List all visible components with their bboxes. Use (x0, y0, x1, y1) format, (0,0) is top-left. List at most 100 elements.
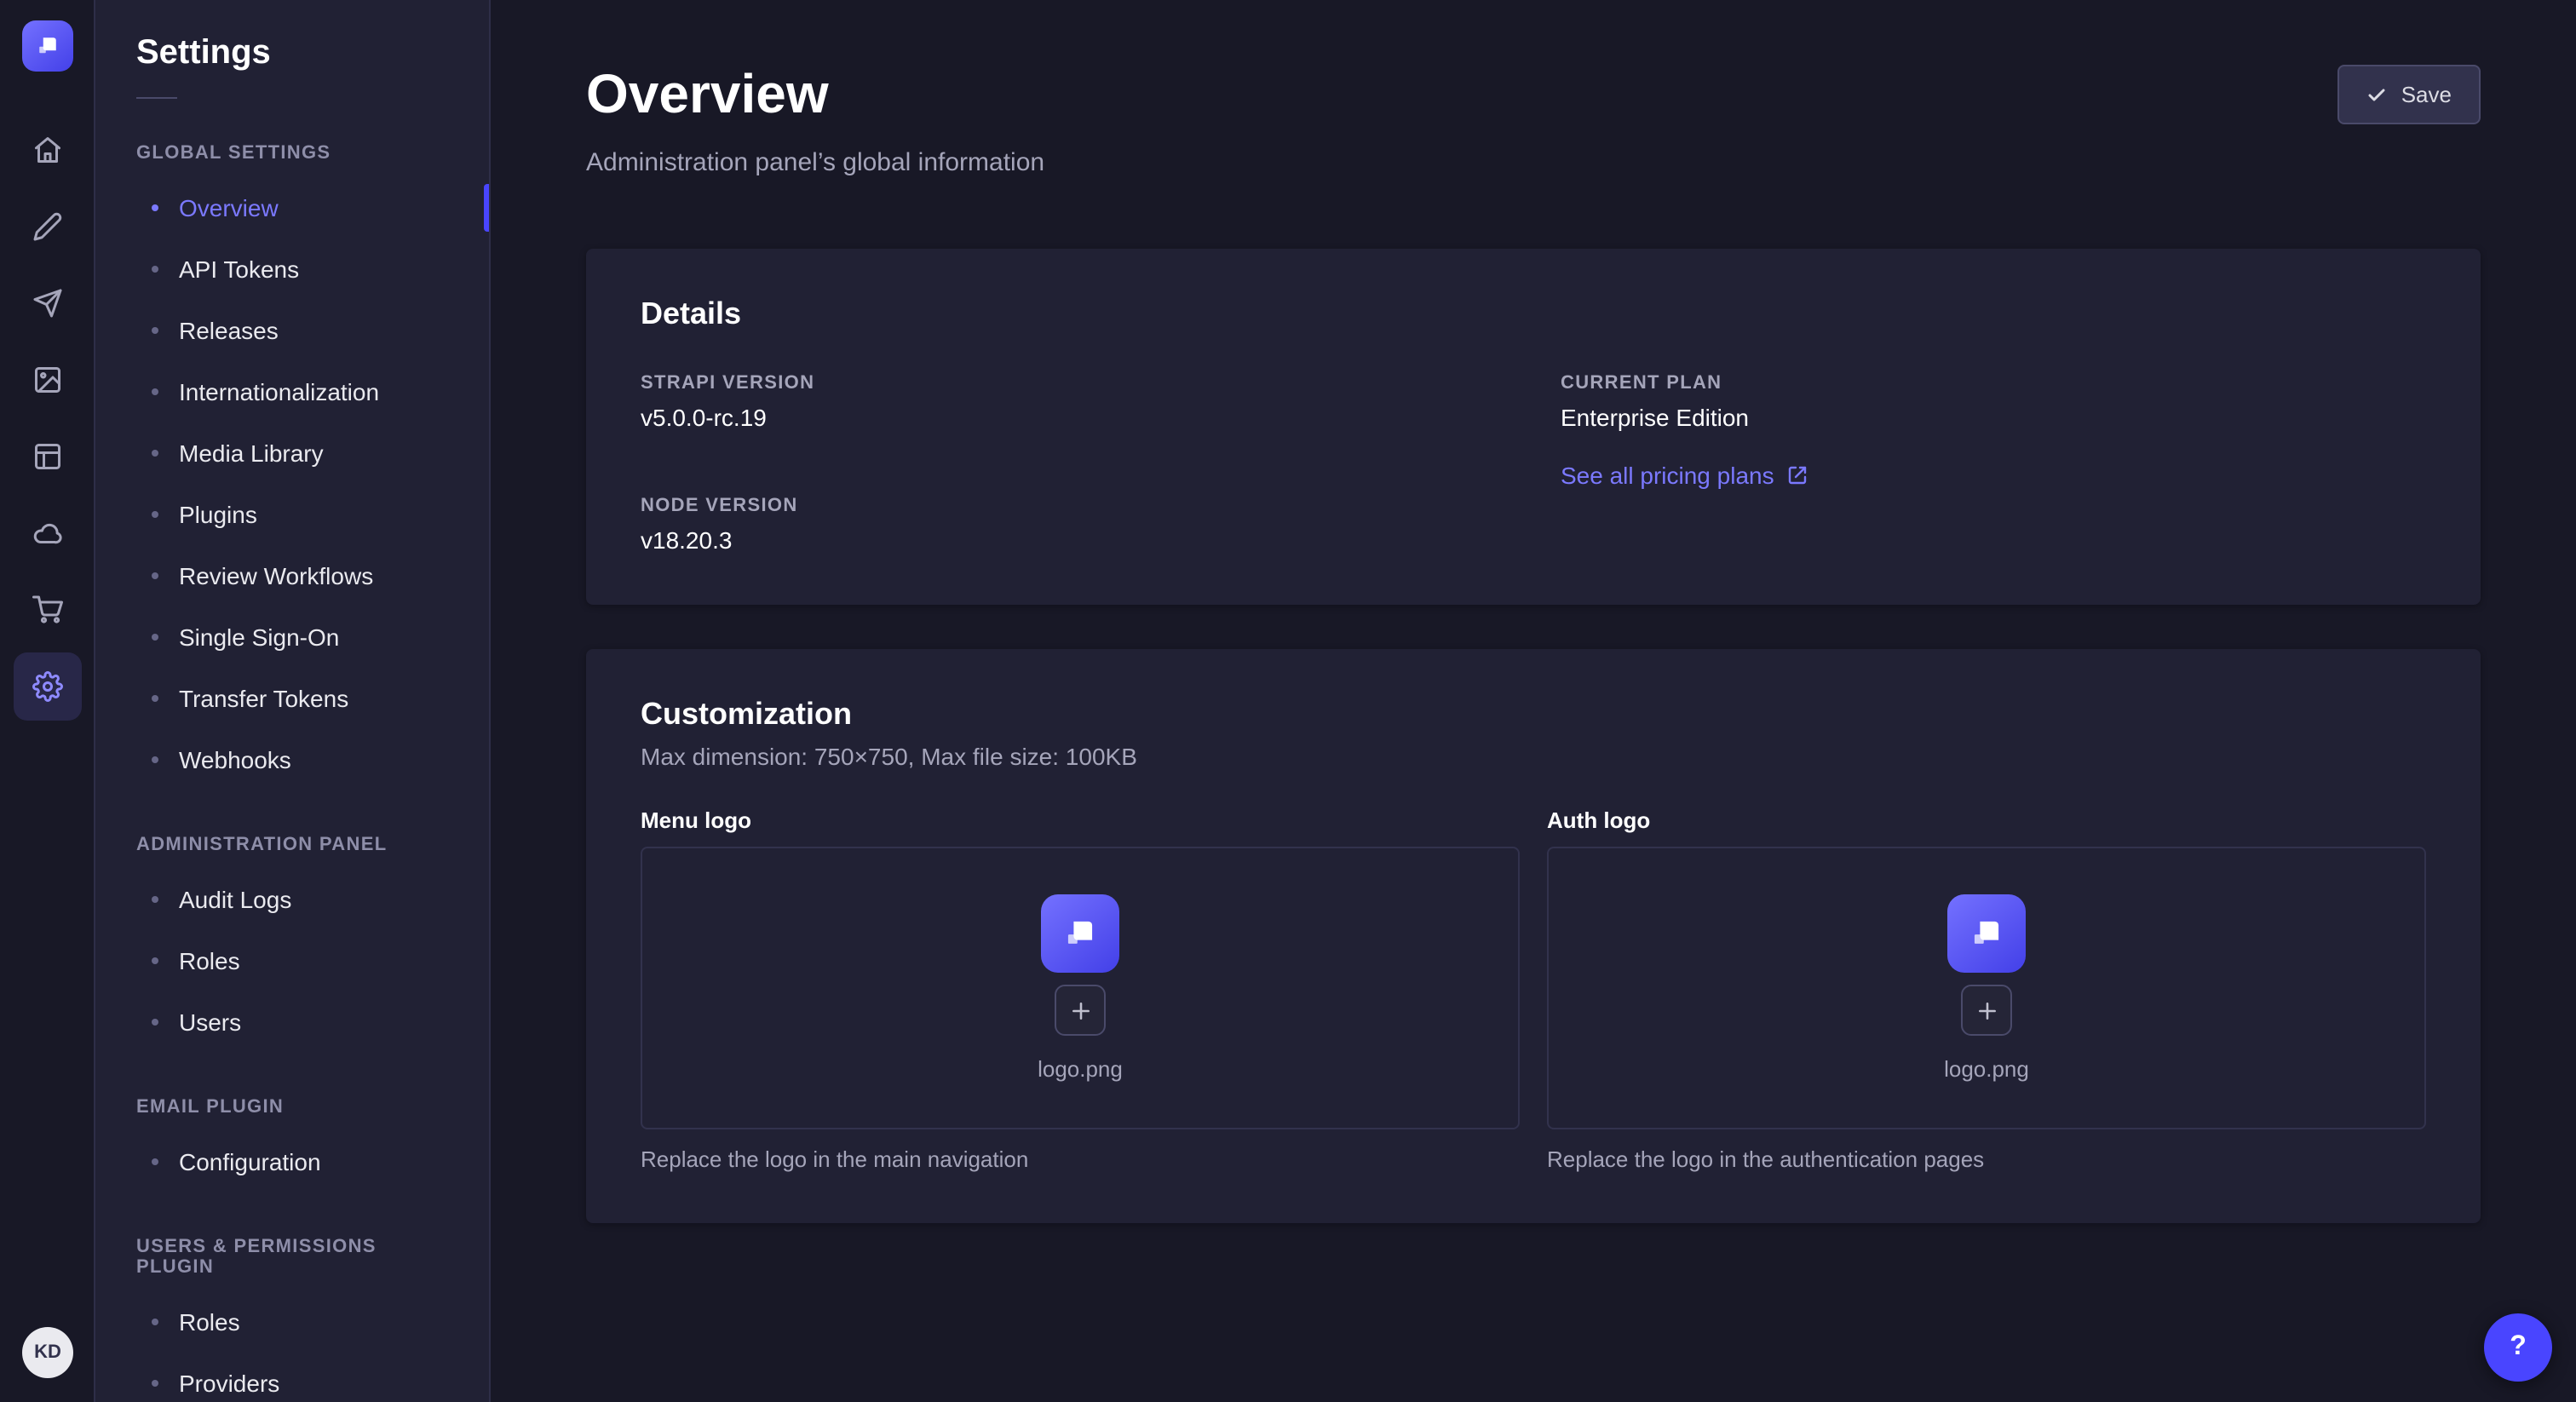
question-mark-icon: ? (2510, 1332, 2527, 1363)
sidebar-item-plugins[interactable]: Plugins (136, 484, 448, 545)
subnav-section: ADMINISTRATION PANEL Audit Logs Roles Us… (136, 835, 448, 1053)
sidebar-item-label: Users (179, 1008, 241, 1036)
user-avatar[interactable]: KD (22, 1327, 73, 1378)
customization-subtitle: Max dimension: 750×750, Max file size: 1… (641, 743, 2426, 770)
bullet-icon (152, 266, 158, 273)
bullet-icon (152, 388, 158, 395)
home-icon[interactable] (13, 116, 81, 184)
sidebar-item-label: Audit Logs (179, 886, 291, 913)
sidebar-item-label: Roles (179, 1308, 240, 1336)
bullet-icon (152, 511, 158, 518)
plus-icon (1069, 999, 1091, 1021)
bullet-icon (152, 1019, 158, 1026)
bullet-icon (152, 327, 158, 334)
subnav-section: EMAIL PLUGIN Configuration (136, 1097, 448, 1192)
sidebar-item-api-tokens[interactable]: API Tokens (136, 238, 448, 300)
sidebar-item-label: Providers (179, 1370, 279, 1397)
sidebar-item-media-library[interactable]: Media Library (136, 422, 448, 484)
auth-logo-upload: Auth logo logo.png Replac (1547, 807, 2426, 1172)
settings-icon[interactable] (13, 652, 81, 721)
sidebar-item-label: Transfer Tokens (179, 685, 348, 712)
add-logo-button[interactable] (1961, 985, 2012, 1036)
auth-logo-dropzone[interactable]: logo.png (1547, 847, 2426, 1129)
strapi-version-field: STRAPI VERSION v5.0.0-rc.19 (641, 373, 1506, 431)
field-value: v5.0.0-rc.19 (641, 404, 1506, 431)
page-header: Overview Administration panel’s global i… (586, 65, 2481, 177)
subnav-section-label: GLOBAL SETTINGS (136, 143, 448, 164)
releases-icon[interactable] (13, 269, 81, 337)
sidebar-item-transfer-tokens[interactable]: Transfer Tokens (136, 668, 448, 729)
strapi-admin-settings: KD Settings GLOBAL SETTINGS Overview API… (0, 0, 2576, 1402)
sidebar-item-label: Configuration (179, 1148, 321, 1175)
sidebar-item-review-workflows[interactable]: Review Workflows (136, 545, 448, 606)
menu-logo-dropzone[interactable]: logo.png (641, 847, 1520, 1129)
node-version-field: NODE VERSION v18.20.3 (641, 496, 1506, 554)
subnav-title: Settings (136, 34, 448, 73)
sidebar-item-users[interactable]: Users (136, 991, 448, 1053)
sidebar-item-overview[interactable]: Overview (136, 177, 448, 238)
subnav-section-label: ADMINISTRATION PANEL (136, 835, 448, 855)
plus-icon (1975, 999, 1998, 1021)
save-button[interactable]: Save (2338, 65, 2481, 124)
sidebar-item-audit-logs[interactable]: Audit Logs (136, 869, 448, 930)
help-button[interactable]: ? (2484, 1313, 2552, 1382)
sidebar-item-label: Internationalization (179, 378, 379, 405)
sidebar-item-label: Overview (179, 194, 279, 221)
strapi-mark-icon (1964, 911, 2009, 956)
media-library-icon[interactable] (13, 346, 81, 414)
bullet-icon (152, 634, 158, 641)
save-label: Save (2401, 82, 2452, 107)
settings-subnav: Settings GLOBAL SETTINGS Overview API To… (95, 0, 491, 1402)
pricing-link[interactable]: See all pricing plans (1561, 462, 1808, 489)
current-plan-field: CURRENT PLAN Enterprise Edition (1561, 373, 2426, 431)
bullet-icon (152, 896, 158, 903)
upload-label: Auth logo (1547, 807, 2426, 833)
uploads-grid: Menu logo logo.png Replac (641, 807, 2426, 1172)
sidebar-item-roles[interactable]: Roles (136, 930, 448, 991)
sidebar-item-label: Roles (179, 947, 240, 974)
details-grid: STRAPI VERSION v5.0.0-rc.19 NODE VERSION… (641, 373, 2426, 554)
upload-label: Menu logo (641, 807, 1520, 833)
bullet-icon (152, 450, 158, 457)
logo-filename: logo.png (1038, 1056, 1123, 1082)
main-content: Overview Administration panel’s global i… (491, 0, 2576, 1402)
content-type-builder-icon[interactable] (13, 422, 81, 491)
bullet-icon (152, 756, 158, 763)
sidebar-item-label: Media Library (179, 440, 324, 467)
sidebar-item-webhooks[interactable]: Webhooks (136, 729, 448, 790)
subnav-items: Audit Logs Roles Users (136, 869, 448, 1053)
sidebar-item-label: API Tokens (179, 256, 299, 283)
external-link-icon (1788, 465, 1808, 486)
sidebar-item-releases[interactable]: Releases (136, 300, 448, 361)
rail-nav (13, 116, 81, 721)
strapi-mark-icon (32, 31, 62, 61)
details-left-column: STRAPI VERSION v5.0.0-rc.19 NODE VERSION… (641, 373, 1506, 554)
strapi-mark-icon (1058, 911, 1102, 956)
details-card: Details STRAPI VERSION v5.0.0-rc.19 NODE… (586, 249, 2481, 605)
field-value: v18.20.3 (641, 526, 1506, 554)
strapi-logo-preview (1947, 894, 2026, 973)
sidebar-item-label: Plugins (179, 501, 257, 528)
field-label: STRAPI VERSION (641, 373, 1506, 394)
customization-title: Customization (641, 697, 2426, 733)
sidebar-item-internationalization[interactable]: Internationalization (136, 361, 448, 422)
add-logo-button[interactable] (1055, 985, 1106, 1036)
bullet-icon (152, 204, 158, 211)
marketplace-icon[interactable] (13, 576, 81, 644)
sidebar-item-providers[interactable]: Providers (136, 1353, 448, 1402)
sidebar-item-label: Review Workflows (179, 562, 373, 589)
sidebar-item-label: Single Sign-On (179, 623, 339, 651)
bullet-icon (152, 572, 158, 579)
content-manager-icon[interactable] (13, 192, 81, 261)
strapi-logo[interactable] (21, 20, 72, 72)
upload-caption: Replace the logo in the authentication p… (1547, 1146, 2426, 1172)
field-label: NODE VERSION (641, 496, 1506, 516)
cloud-icon[interactable] (13, 499, 81, 567)
bullet-icon (152, 957, 158, 964)
sidebar-item-single-sign-on[interactable]: Single Sign-On (136, 606, 448, 668)
page-subtitle: Administration panel’s global informatio… (586, 148, 1044, 177)
sidebar-item-roles[interactable]: Roles (136, 1291, 448, 1353)
upload-caption: Replace the logo in the main navigation (641, 1146, 1520, 1172)
check-icon (2367, 84, 2388, 105)
sidebar-item-configuration[interactable]: Configuration (136, 1131, 448, 1192)
